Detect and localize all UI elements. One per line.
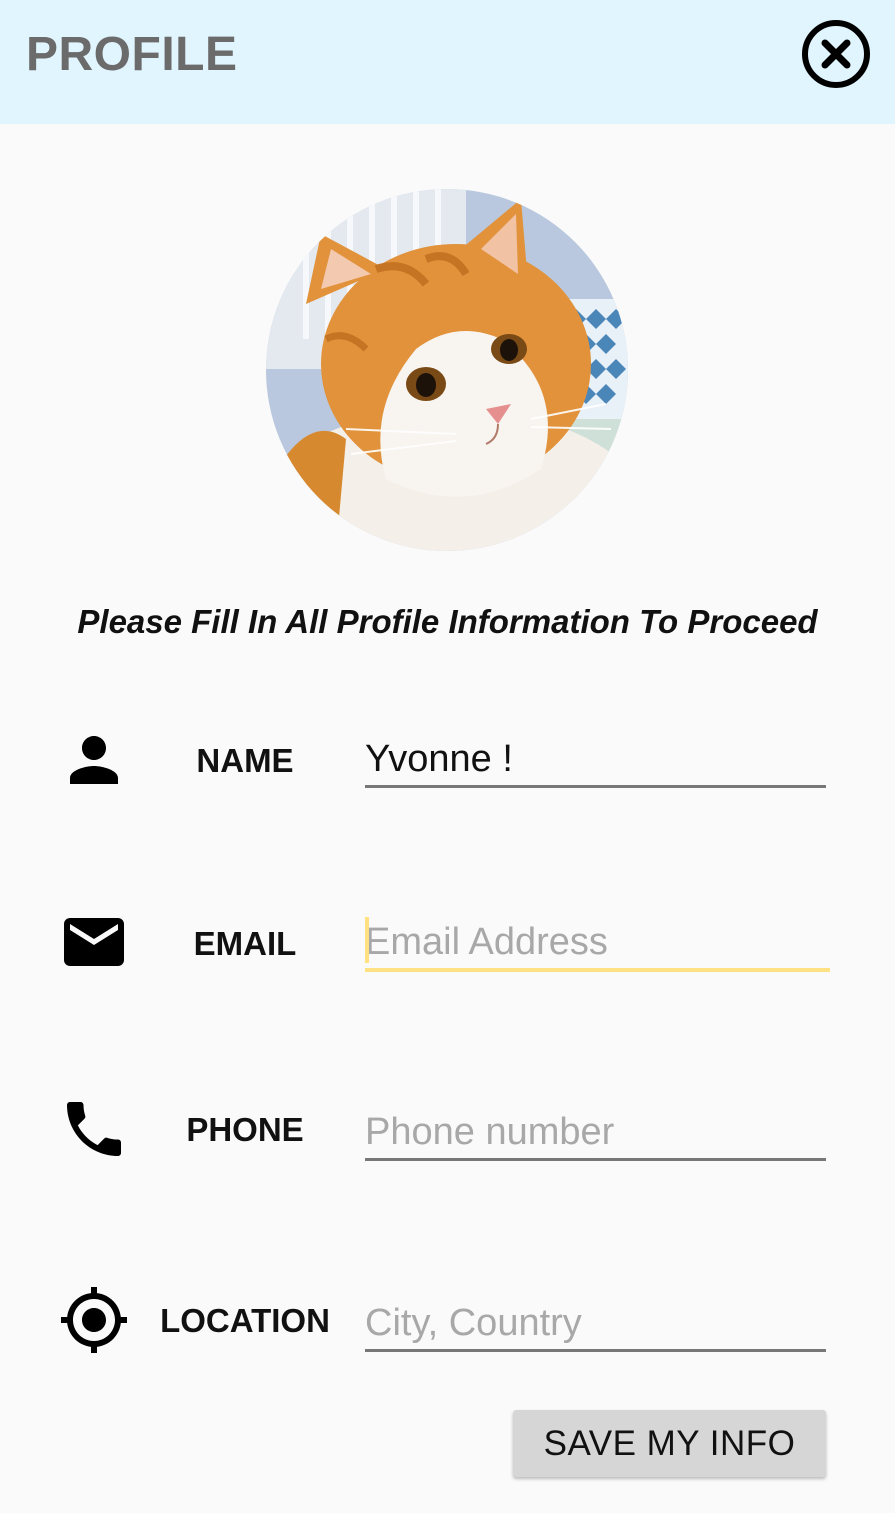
location-target-icon [58,1284,130,1356]
close-button[interactable] [800,18,872,90]
profile-avatar[interactable] [266,189,628,551]
name-input[interactable] [365,733,826,788]
location-input[interactable] [365,1297,826,1352]
phone-input[interactable] [365,1106,826,1161]
phone-icon [58,1093,130,1165]
close-circle-icon [802,20,870,88]
location-label: LOCATION [160,1302,330,1339]
text-caret [365,917,369,963]
page-title: PROFILE [26,28,238,81]
email-label: EMAIL [193,925,297,962]
phone-label: PHONE [186,1111,304,1148]
person-icon [58,724,130,796]
mail-icon [58,906,130,978]
header-bar: PROFILE [0,0,895,124]
profile-screen: PROFILE Please Fill In All Profile Infor… [0,0,895,1513]
save-info-button[interactable]: SAVE MY INFO [513,1410,826,1477]
email-input[interactable] [365,916,830,972]
name-label: NAME [196,742,294,779]
instruction-text: Please Fill In All Profile Information T… [77,603,818,640]
cat-photo [266,189,628,551]
